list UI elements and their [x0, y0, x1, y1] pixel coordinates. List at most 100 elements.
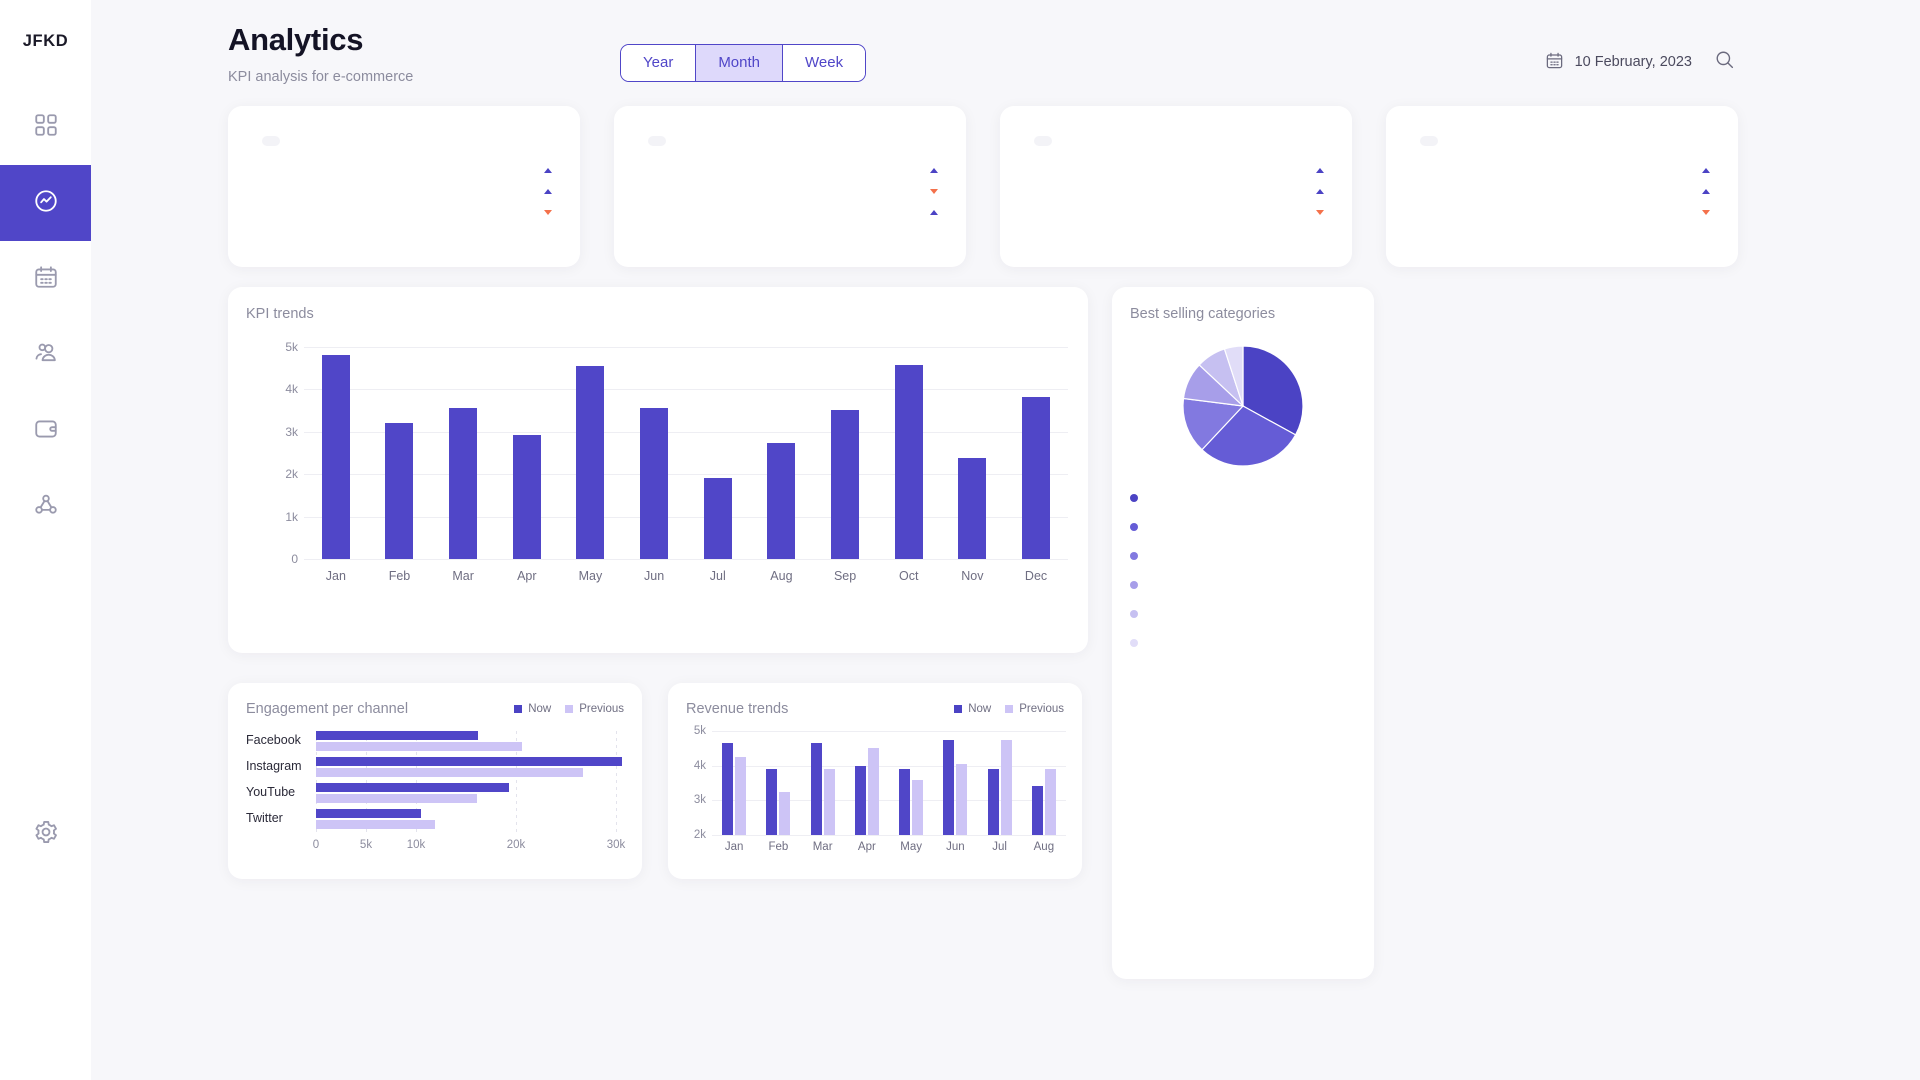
sidebar-item-customers[interactable] — [0, 317, 91, 393]
gear-icon — [33, 819, 59, 850]
range-toggle[interactable]: Year Month Week — [620, 44, 867, 82]
bar-now — [987, 769, 999, 835]
page-title: Analytics — [228, 22, 364, 57]
category-list-item[interactable] — [1130, 552, 1356, 560]
bar-previous — [823, 769, 835, 835]
category-list-item[interactable] — [1130, 610, 1356, 618]
sidebar-item-analytics[interactable] — [0, 165, 91, 241]
range-option-month[interactable]: Month — [696, 45, 784, 81]
bar-previous — [867, 748, 879, 835]
x-tick-label: Dec — [1024, 569, 1048, 583]
best-selling-pie-chart — [1130, 344, 1356, 468]
range-option-week[interactable]: Week — [783, 45, 866, 81]
bar-previous — [779, 791, 791, 835]
bar — [703, 478, 732, 559]
page-subtitle: KPI analysis for e-commerce — [228, 69, 414, 85]
sidebar-item-wallet[interactable] — [0, 393, 91, 469]
legend-item-previous: Previous — [565, 703, 624, 715]
bar — [1022, 396, 1051, 559]
gridline — [304, 559, 1068, 560]
category-list-item[interactable] — [1130, 523, 1356, 531]
x-tick-label: Feb — [388, 569, 411, 583]
y-tick-label: 4k — [693, 759, 706, 772]
legend-swatch-previous — [565, 705, 574, 713]
search-button[interactable] — [1710, 48, 1738, 76]
kpi-card-row — [636, 181, 944, 202]
revenue-plot-area — [712, 731, 1066, 836]
header-actions: 10 February, 2023 — [1545, 48, 1738, 76]
category-list-item[interactable] — [1130, 581, 1356, 589]
bar-previous — [316, 794, 477, 803]
sidebar: JFKD — [0, 0, 91, 1080]
trend-up-icon — [1702, 168, 1710, 173]
kpi-card — [1386, 106, 1738, 267]
range-option-year[interactable]: Year — [621, 45, 697, 81]
bar-now — [943, 739, 955, 835]
category-row — [1130, 581, 1356, 589]
bar — [576, 366, 605, 559]
revenue-bar-group — [899, 731, 924, 835]
bar-now — [316, 757, 622, 766]
page-header: Analytics KPI analysis for e-commerce Ye… — [228, 22, 1738, 92]
x-tick-label: Apr — [517, 569, 537, 583]
bar-now — [316, 809, 421, 818]
engagement-bar-pair — [316, 783, 626, 803]
engagement-bar-pair — [316, 757, 626, 777]
legend-label-previous: Previous — [1019, 703, 1064, 715]
engagement-x-axis: 0 5k 10k 20k 30k — [313, 839, 626, 855]
legend-label-previous: Previous — [579, 703, 624, 715]
category-list-item[interactable] — [1130, 494, 1356, 502]
search-icon — [1714, 49, 1735, 75]
trend-down-icon — [1316, 210, 1324, 215]
sidebar-item-dashboard[interactable] — [0, 89, 91, 165]
x-tick-label: Mar — [812, 841, 833, 853]
category-row — [1130, 610, 1356, 618]
engagement-category-label: Facebook — [246, 733, 301, 747]
engagement-header: Engagement per channel Now Previous — [246, 701, 624, 717]
kpi-row-value-group — [1702, 210, 1716, 215]
category-list-item[interactable] — [1130, 639, 1356, 647]
date-picker[interactable]: 10 February, 2023 — [1545, 51, 1692, 74]
legend-swatch-now — [514, 705, 523, 713]
kpi-card-row — [1408, 202, 1716, 223]
kpi-card-badge — [648, 136, 666, 146]
category-color-dot — [1130, 523, 1138, 531]
kpi-card-row — [1022, 202, 1330, 223]
engagement-row: YouTube — [246, 783, 626, 807]
y-tick-label: 3k — [285, 424, 298, 439]
category-row — [1130, 494, 1356, 502]
kpi-card-badge — [1420, 136, 1438, 146]
x-tick-label: 10k — [406, 839, 426, 851]
kpi-card-value-row — [250, 136, 558, 146]
x-tick-label: Jan — [325, 569, 346, 583]
kpi-card-list — [636, 160, 944, 223]
calendar-icon — [1545, 51, 1564, 74]
sidebar-item-calendar[interactable] — [0, 241, 91, 317]
sidebar-item-settings[interactable] — [0, 796, 91, 872]
bar-now — [316, 783, 509, 792]
engagement-row: Facebook — [246, 731, 626, 755]
revenue-panel: Revenue trends Now Previous 5k 4k 3k 2k — [668, 683, 1082, 879]
legend-item-now: Now — [514, 703, 551, 715]
kpi-card-list — [1408, 160, 1716, 223]
x-tick-label: Aug — [770, 569, 793, 583]
y-tick-label: 5k — [285, 340, 298, 354]
gridline — [712, 835, 1066, 836]
revenue-legend: Now Previous — [954, 703, 1064, 715]
kpi-card-row — [1408, 160, 1716, 181]
kpi-card-badge — [262, 136, 280, 146]
bar — [831, 409, 860, 559]
engagement-panel: Engagement per channel Now Previous Face… — [228, 683, 642, 879]
bar-previous — [1044, 769, 1056, 835]
kpi-trends-x-axis: Jan Feb Mar Apr May Jun Jul Aug Sep Oct Nov Dec — [304, 569, 1068, 583]
revenue-chart: 5k 4k 3k 2k Jan Feb Mar Apr May Jun Jul Aug — [686, 725, 1066, 863]
app-logo: JFKD — [22, 32, 69, 50]
legend-swatch-previous — [1005, 705, 1014, 713]
trend-up-icon — [1316, 189, 1324, 194]
y-tick-label: 2k — [285, 467, 298, 482]
bar-now — [722, 743, 734, 835]
sidebar-item-network[interactable] — [0, 469, 91, 545]
kpi-trends-title: KPI trends — [246, 306, 314, 322]
engagement-legend: Now Previous — [514, 703, 624, 715]
bar-previous — [735, 757, 747, 835]
